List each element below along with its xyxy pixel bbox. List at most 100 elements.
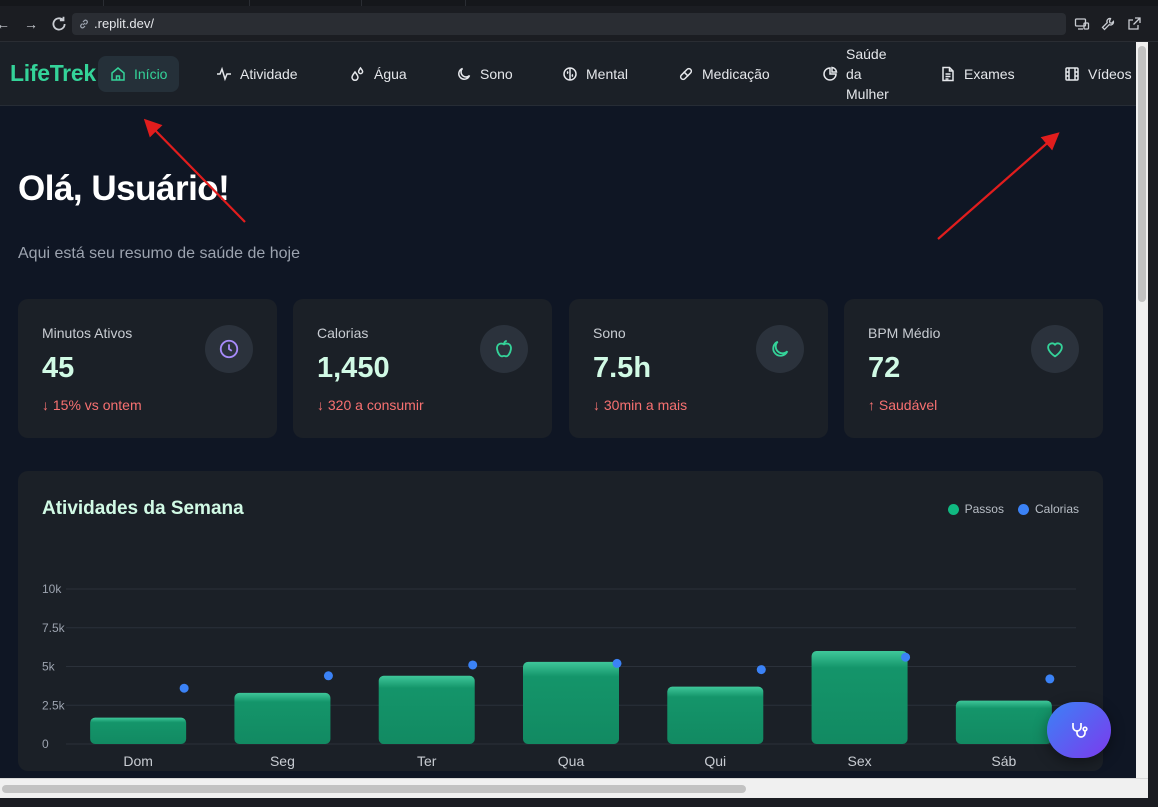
nav-item-medicacao[interactable]: Medicação xyxy=(678,42,770,106)
y-tick-label: 0 xyxy=(42,737,49,751)
address-bar[interactable]: .replit.dev/ xyxy=(72,13,1066,35)
pie-chart-icon xyxy=(823,66,838,81)
app-logo[interactable]: LifeTrek xyxy=(10,60,96,87)
clock-icon xyxy=(219,339,239,359)
point-calorias xyxy=(179,683,189,693)
nav-label: Atividade xyxy=(240,66,298,82)
stat-delta: ↓ 30min a mais xyxy=(593,397,688,413)
activity-icon xyxy=(217,66,231,82)
y-tick-label: 7.5k xyxy=(42,621,66,635)
forward-icon[interactable]: → xyxy=(22,15,40,33)
film-icon xyxy=(1065,67,1079,81)
home-icon xyxy=(111,67,125,81)
window-edge xyxy=(0,798,1158,807)
scrollbar-thumb[interactable] xyxy=(2,785,746,793)
stat-label: Sono xyxy=(593,325,626,341)
bar-passos xyxy=(667,686,764,744)
stat-label: BPM Médio xyxy=(868,325,941,341)
nav-label: Água xyxy=(374,66,407,82)
x-tick-label: Qua xyxy=(558,753,585,769)
stat-card-minutos-ativos[interactable]: Minutos Ativos 45 ↓ 15% vs ontem xyxy=(18,299,277,438)
stat-delta: ↑ Saudável xyxy=(868,397,938,413)
back-icon[interactable]: ← xyxy=(0,15,12,33)
brain-icon xyxy=(563,67,577,81)
stat-value: 1,450 xyxy=(317,352,390,384)
vertical-scrollbar[interactable] xyxy=(1136,42,1148,778)
nav-label-line: Mulher xyxy=(846,86,889,102)
x-tick-label: Qui xyxy=(704,753,726,769)
x-tick-label: Ter xyxy=(417,753,437,769)
point-calorias xyxy=(901,652,911,662)
point-calorias xyxy=(468,660,478,670)
weekly-activity-chart: Atividades da Semana Passos Calorias 0 2.… xyxy=(18,471,1103,771)
stat-value: 7.5h xyxy=(593,352,652,384)
nav-item-saude-da-mulher[interactable]: Saúde da Mulher xyxy=(822,42,889,106)
nav-label: Medicação xyxy=(702,66,770,82)
bar-passos xyxy=(234,692,331,744)
nav-label: Exames xyxy=(964,66,1015,82)
stat-card-bpm-medio[interactable]: BPM Médio 72 ↑ Saudável xyxy=(844,299,1103,438)
y-tick-label: 5k xyxy=(42,660,56,674)
assistant-fab-button[interactable] xyxy=(1047,702,1111,758)
chart-plot: 02.5k5k7.5k10kDom5kSeg8kTer9kQua10kQui9k… xyxy=(42,582,1076,769)
browser-toolbar: ← → .replit.dev/ xyxy=(0,6,1158,42)
stat-delta: ↓ 320 a consumir xyxy=(317,397,424,413)
nav-item-agua[interactable]: Água xyxy=(350,42,407,106)
bar-passos xyxy=(378,675,475,744)
stat-card-calorias[interactable]: Calorias 1,450 ↓ 320 a consumir xyxy=(293,299,552,438)
nav-item-sono[interactable]: Sono xyxy=(456,42,513,106)
x-tick-label: Sáb xyxy=(991,753,1016,769)
open-external-icon[interactable] xyxy=(1126,16,1142,32)
bar-passos xyxy=(90,717,187,744)
stat-card-sono[interactable]: Sono 7.5h ↓ 30min a mais xyxy=(569,299,828,438)
nav-label: Sono xyxy=(480,66,513,82)
stethoscope-icon xyxy=(1072,723,1088,738)
point-calorias xyxy=(612,658,622,668)
point-calorias xyxy=(1045,674,1055,684)
window-edge xyxy=(1148,42,1158,807)
reload-icon[interactable] xyxy=(50,15,68,33)
x-tick-label: Dom xyxy=(123,753,153,769)
stat-icon-badge xyxy=(205,325,253,373)
nav-label: Vídeos xyxy=(1088,66,1132,82)
stat-value: 45 xyxy=(42,352,75,384)
bar-passos xyxy=(811,651,908,744)
annotation-arrow xyxy=(937,132,1060,240)
scrollbar-thumb[interactable] xyxy=(1138,46,1146,302)
link-icon xyxy=(80,19,88,29)
y-tick-label: 10k xyxy=(42,582,62,596)
nav-item-atividade[interactable]: Atividade xyxy=(216,42,298,106)
nav-label-line: da xyxy=(846,66,862,82)
wrench-icon[interactable] xyxy=(1100,16,1116,32)
bar-passos xyxy=(955,700,1052,744)
nav-item-inicio[interactable]: Início xyxy=(98,56,180,92)
x-tick-label: Seg xyxy=(270,753,295,769)
moon-icon xyxy=(458,67,471,80)
nav-item-exames[interactable]: Exames xyxy=(940,42,1015,106)
point-calorias xyxy=(323,671,333,681)
x-tick-label: Sex xyxy=(848,753,872,769)
stat-label: Minutos Ativos xyxy=(42,325,133,341)
stat-value: 72 xyxy=(868,352,901,384)
top-navigation: LifeTrek Início Atividade Água Sono Ment… xyxy=(0,42,1136,106)
bar-passos xyxy=(523,661,619,744)
stat-icon-badge xyxy=(1031,325,1079,373)
nav-label: Mental xyxy=(586,66,629,82)
nav-item-videos[interactable]: Vídeos xyxy=(1064,42,1132,106)
page-subtitle: Aqui está seu resumo de saúde de hoje xyxy=(18,245,300,262)
devices-icon[interactable] xyxy=(1074,16,1090,32)
nav-label: Início xyxy=(134,66,168,82)
url-text: .replit.dev/ xyxy=(94,16,154,31)
page-title: Olá, Usuário! xyxy=(18,169,230,208)
nav-label-stack: Saúde da Mulher xyxy=(846,44,889,104)
stat-icon-badge xyxy=(480,325,528,373)
file-text-icon xyxy=(942,66,954,82)
heart-icon xyxy=(1047,342,1063,358)
stat-label: Calorias xyxy=(317,325,369,341)
nav-item-mental[interactable]: Mental xyxy=(562,42,628,106)
apple-icon xyxy=(496,339,512,358)
stat-delta: ↓ 15% vs ontem xyxy=(42,397,142,413)
pill-icon xyxy=(679,67,693,81)
stat-icon-badge xyxy=(756,325,804,373)
horizontal-scrollbar[interactable] xyxy=(0,778,1148,798)
